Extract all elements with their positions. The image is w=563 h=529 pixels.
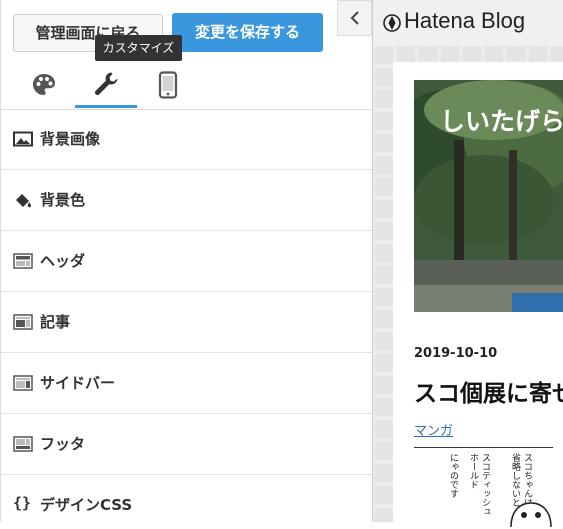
post-date: 2019-10-10 <box>414 346 498 361</box>
panel-tabs <box>1 62 372 110</box>
menu-item-label: 記事 <box>40 313 71 331</box>
tab-design[interactable] <box>13 62 75 108</box>
cat-drawing <box>510 502 552 527</box>
menu-item-label: ヘッダ <box>40 252 86 270</box>
menu-item-label: サイドバー <box>40 374 116 392</box>
sidebar-layout-icon <box>13 375 33 391</box>
post-category-link[interactable]: マンガ <box>414 420 453 439</box>
menu-item-background-color[interactable]: 背景色 <box>1 170 372 231</box>
palette-icon <box>33 74 55 95</box>
manga-panel: スコちゃんは 省略しないと スコティッシュ ホールド にゃのです <box>414 449 563 529</box>
footer-layout-icon <box>13 436 33 452</box>
manga-text: にゃのです <box>448 453 458 498</box>
blog-logo-text[interactable]: Hatena Blog <box>404 8 525 34</box>
paint-bucket-icon <box>16 194 31 208</box>
collapse-panel-button[interactable] <box>337 0 372 36</box>
post-divider <box>414 447 553 448</box>
menu-item-article[interactable]: 記事 <box>1 292 372 353</box>
menu-item-label: 背景画像 <box>40 130 101 148</box>
post-title[interactable]: スコ個展に寄せ <box>414 374 563 408</box>
tab-smartphone[interactable] <box>137 62 199 108</box>
chevron-left-icon <box>350 11 359 25</box>
header-photo: しいたげら <box>414 80 563 312</box>
wrench-icon <box>95 72 118 95</box>
braces-icon: {} <box>13 494 32 512</box>
tooltip: カスタマイズ <box>95 35 182 61</box>
pen-nib-icon <box>383 14 401 32</box>
manga-text: ホールド <box>468 453 478 489</box>
article-layout-icon <box>13 314 33 330</box>
blog-header: Hatena Blog <box>373 0 563 46</box>
menu-item-label: デザインCSS <box>40 496 133 514</box>
image-icon <box>13 131 33 147</box>
customize-menu: 背景画像 背景色 ヘッダ 記事 サイドバー フッタ {} デザインCSS <box>1 109 372 522</box>
menu-item-header[interactable]: ヘッダ <box>1 231 372 292</box>
blog-title[interactable]: しいたげら <box>440 102 563 138</box>
smartphone-icon <box>158 71 178 99</box>
tab-customize[interactable] <box>75 62 137 108</box>
menu-item-background-image[interactable]: 背景画像 <box>1 109 372 170</box>
menu-item-sidebar[interactable]: サイドバー <box>1 353 372 414</box>
menu-item-label: 背景色 <box>40 191 86 209</box>
save-changes-button[interactable]: 変更を保存する <box>172 13 323 52</box>
menu-item-footer[interactable]: フッタ <box>1 414 372 475</box>
menu-item-label: フッタ <box>40 435 86 453</box>
header-layout-icon <box>13 253 33 269</box>
manga-text: スコティッシュ <box>480 453 490 516</box>
customize-panel: 管理画面に戻る 変更を保存する カスタマイズ 背景画像 背景色 ヘッダ 記事 サ… <box>0 0 372 522</box>
menu-item-design-css[interactable]: {} デザインCSS <box>1 475 372 522</box>
